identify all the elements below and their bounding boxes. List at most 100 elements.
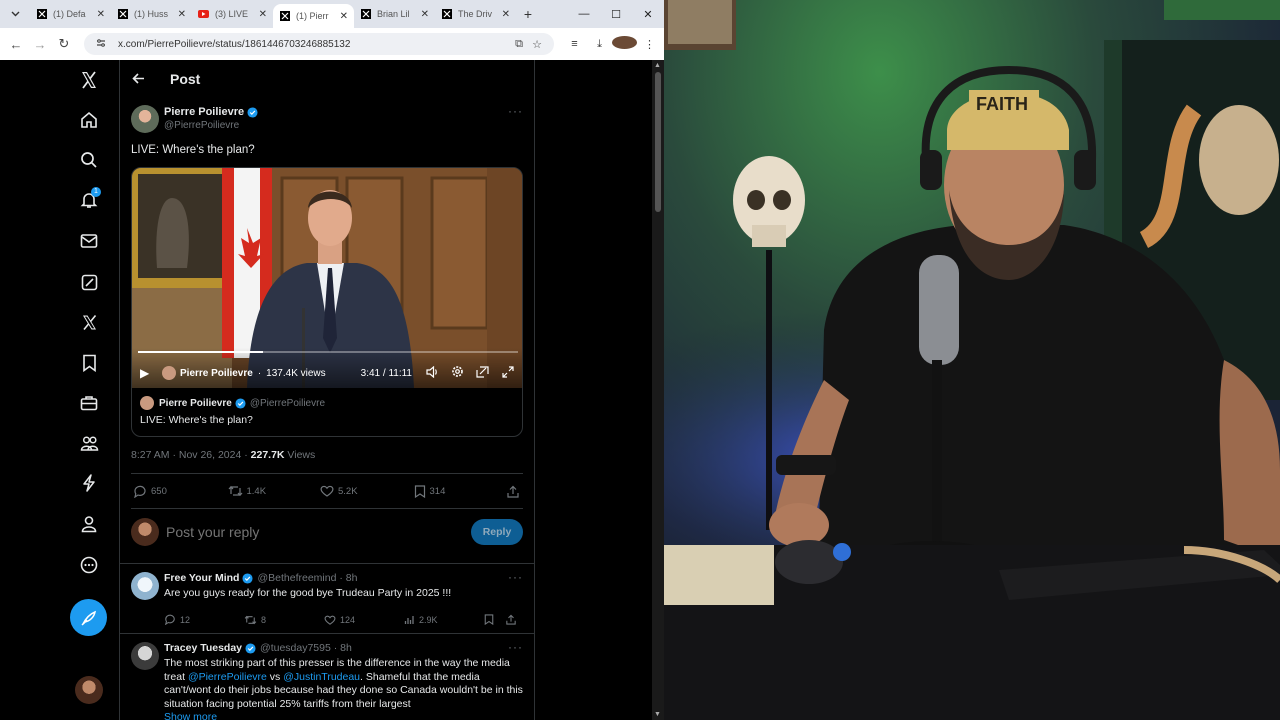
- profile-person-icon[interactable]: [74, 509, 104, 539]
- like-action[interactable]: 5.2K: [320, 485, 414, 497]
- close-icon[interactable]: ✕: [259, 9, 267, 20]
- video-progress-bar[interactable]: [138, 351, 518, 353]
- more-options-icon[interactable]: ···: [508, 104, 523, 118]
- mention-link[interactable]: @JustinTrudeau: [283, 671, 360, 683]
- window-controls: — ☐ ✕: [568, 0, 664, 28]
- more-options-icon[interactable]: ···: [508, 640, 523, 654]
- x-premium-icon[interactable]: [74, 307, 104, 337]
- mention-link[interactable]: @PierrePoilievre: [188, 671, 267, 683]
- compose-post-button[interactable]: [70, 599, 107, 636]
- views-action[interactable]: 2.9K: [404, 615, 484, 625]
- fullscreen-icon[interactable]: [495, 365, 520, 381]
- post-detail-column: Post Pierre Poilievre @PierrePoilievre ·…: [120, 60, 535, 720]
- close-icon[interactable]: ✕: [502, 9, 510, 20]
- messages-envelope-icon[interactable]: [74, 226, 104, 256]
- communities-icon[interactable]: [74, 428, 104, 458]
- share-action[interactable]: [506, 614, 522, 625]
- x-logo-icon: [360, 9, 371, 20]
- close-icon[interactable]: ✕: [340, 11, 348, 22]
- maximize-icon[interactable]: ☐: [600, 8, 632, 21]
- site-info-icon[interactable]: [92, 38, 110, 51]
- post-meta: 8:27 AM · Nov 26, 2024 · 227.7K Views: [131, 449, 315, 461]
- tab-3[interactable]: (3) LIVE ✕: [192, 2, 273, 26]
- pip-icon[interactable]: [470, 365, 495, 381]
- x-home-logo-icon[interactable]: [74, 65, 104, 95]
- profile-icon[interactable]: [612, 36, 637, 52]
- home-icon[interactable]: [74, 105, 104, 135]
- scrollbar-thumb[interactable]: [655, 72, 661, 212]
- reply-author-name[interactable]: Free Your Mind: [164, 572, 239, 584]
- reply-input[interactable]: [166, 524, 446, 540]
- address-bar-row: ← → ↻ x.com/PierrePoilievre/status/18614…: [0, 28, 664, 60]
- notifications-bell-icon[interactable]: 1: [74, 185, 104, 215]
- scroll-up-arrow-icon[interactable]: ▲: [654, 62, 661, 69]
- video-attribution[interactable]: Pierre Poilievre @PierrePoilievre LIVE: …: [132, 388, 522, 436]
- share-action[interactable]: [507, 485, 523, 498]
- bookmark-star-icon[interactable]: ☆: [528, 38, 546, 51]
- author-handle[interactable]: @PierrePoilievre: [164, 120, 239, 131]
- reply-author-name[interactable]: Tracey Tuesday: [164, 642, 242, 654]
- bookmark-action[interactable]: [484, 614, 506, 625]
- author-avatar[interactable]: [131, 105, 159, 133]
- tab-4-active[interactable]: (1) Pierr ✕: [273, 4, 354, 28]
- video-player[interactable]: ▶ Pierre Poilievre · 137.4K views 3:41 /…: [132, 168, 522, 388]
- quote-author-handle: @PierrePoilievre: [249, 397, 326, 409]
- media-controls-icon[interactable]: ≡: [562, 38, 587, 50]
- scroll-down-arrow-icon[interactable]: ▼: [654, 711, 661, 718]
- tab-search-button[interactable]: [4, 3, 26, 25]
- reply-avatar[interactable]: [131, 642, 159, 670]
- like-action[interactable]: 124: [324, 615, 404, 625]
- video-channel-name: Pierre Poilievre: [180, 367, 253, 379]
- post-action-bar: 650 1.4K 5.2K 314: [133, 481, 523, 501]
- reply-button[interactable]: Reply: [471, 519, 523, 545]
- back-arrow-icon[interactable]: [132, 71, 162, 87]
- reply-author-handle[interactable]: @tuesday7595 · 8h: [260, 642, 352, 654]
- heart-icon: [324, 615, 336, 625]
- more-options-icon[interactable]: ···: [508, 570, 523, 584]
- bookmark-action[interactable]: 314: [414, 484, 508, 498]
- page-scrollbar[interactable]: ▲ ▼: [652, 60, 664, 720]
- verified-orgs-lightning-icon[interactable]: [74, 468, 104, 498]
- tab-5[interactable]: Brian Lil ✕: [354, 2, 435, 26]
- reply-action[interactable]: 650: [133, 485, 228, 498]
- reply-author-handle[interactable]: @Bethefreemind · 8h: [257, 572, 357, 584]
- reload-icon[interactable]: ↻: [52, 36, 76, 52]
- author-name-row[interactable]: Pierre Poilievre: [164, 106, 258, 118]
- close-icon[interactable]: ✕: [421, 9, 429, 20]
- x-logo-icon: [36, 9, 47, 20]
- grok-icon[interactable]: [74, 267, 104, 297]
- tab-2[interactable]: (1) Huss ✕: [111, 2, 192, 26]
- show-more-link[interactable]: Show more: [164, 711, 217, 720]
- reply-avatar[interactable]: [131, 572, 159, 600]
- youtube-icon: [198, 9, 209, 20]
- tab-1[interactable]: (1) Defa ✕: [30, 2, 111, 26]
- volume-icon[interactable]: [420, 365, 445, 381]
- minimize-icon[interactable]: —: [568, 8, 600, 20]
- download-icon[interactable]: ⤓: [587, 38, 612, 51]
- install-app-icon[interactable]: ⧉: [510, 38, 528, 51]
- settings-gear-icon[interactable]: [445, 365, 470, 381]
- repost-action[interactable]: 1.4K: [228, 485, 321, 497]
- reply-action[interactable]: 12: [164, 614, 244, 625]
- repost-action[interactable]: 8: [244, 615, 324, 625]
- search-icon[interactable]: [74, 145, 104, 175]
- close-window-icon[interactable]: ✕: [632, 8, 664, 21]
- tab-6[interactable]: The Driv ✕: [435, 2, 516, 26]
- reply-item[interactable]: Free Your Mind @Bethefreemind · 8h ··· A…: [120, 563, 534, 633]
- kebab-menu-icon[interactable]: ⋮: [637, 38, 662, 51]
- forward-arrow-icon[interactable]: →: [28, 37, 52, 52]
- bookmarks-icon[interactable]: [74, 348, 104, 378]
- omnibox[interactable]: x.com/PierrePoilievre/status/18614467032…: [84, 33, 554, 55]
- bookmark-icon: [484, 614, 494, 625]
- close-icon[interactable]: ✕: [178, 9, 186, 20]
- back-arrow-icon[interactable]: ←: [4, 37, 28, 52]
- play-icon[interactable]: ▶: [140, 366, 156, 380]
- jobs-briefcase-icon[interactable]: [74, 388, 104, 418]
- more-circle-icon[interactable]: [74, 550, 104, 580]
- post-timestamp[interactable]: 8:27 AM · Nov 26, 2024 ·: [131, 449, 251, 461]
- reply-item[interactable]: Tracey Tuesday @tuesday7595 · 8h ··· The…: [120, 633, 534, 720]
- new-tab-button[interactable]: +: [518, 6, 538, 22]
- close-icon[interactable]: ✕: [97, 9, 105, 20]
- x-logo-icon: [117, 9, 128, 20]
- account-avatar[interactable]: [75, 676, 103, 704]
